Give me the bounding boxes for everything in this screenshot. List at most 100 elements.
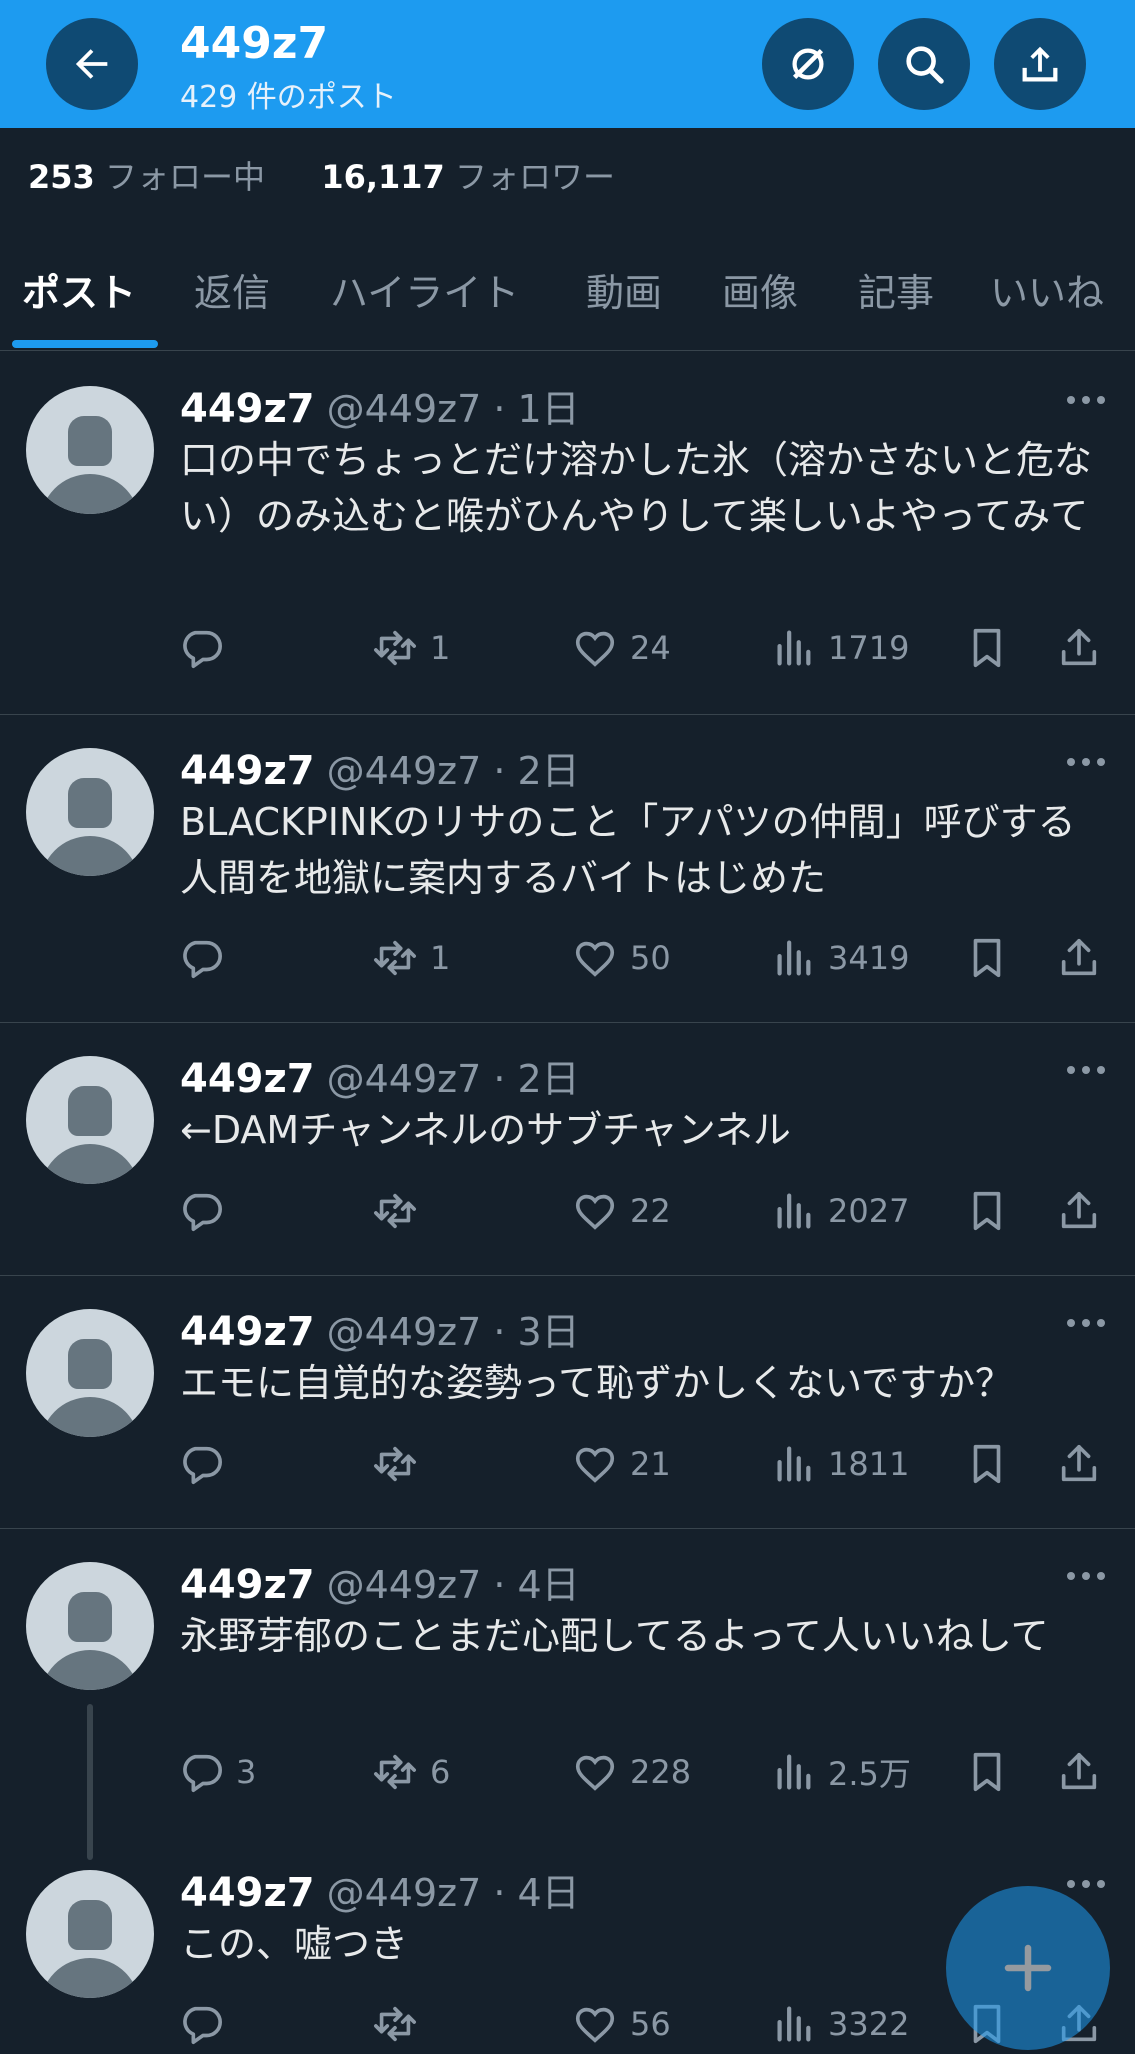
views-button[interactable]: 1811	[770, 1434, 909, 1494]
search-icon	[906, 46, 944, 84]
more-icon[interactable]	[1067, 1066, 1105, 1074]
avatar[interactable]	[26, 748, 154, 876]
views-icon	[777, 630, 811, 666]
post[interactable]: 449z7 @449z7 · 2日 BLACKPINKのリサのこと「アパツの仲間」…	[0, 714, 1135, 1023]
view-count: 1719	[828, 629, 910, 667]
avatar[interactable]	[26, 1562, 154, 1690]
post-handle-time: @449z7 · 2日	[326, 749, 580, 793]
like-button[interactable]: 21	[572, 1434, 671, 1494]
like-button[interactable]: 56	[572, 1994, 671, 2054]
repost-icon	[374, 1193, 416, 1229]
reply-button[interactable]	[178, 1994, 236, 2054]
share-profile-button[interactable]	[994, 18, 1086, 110]
avatar[interactable]	[26, 1309, 154, 1437]
reply-icon	[183, 1446, 222, 1485]
post[interactable]: 449z7 @449z7 · 1日 口の中でちょっとだけ溶かした氷（溶かさないと危…	[0, 352, 1135, 715]
post[interactable]: 449z7 @449z7 · 4日 永野芽郁のことまだ心配してるよって人いいねして…	[0, 1528, 1135, 1836]
view-count: 2027	[828, 1192, 910, 1230]
post-author-name[interactable]: 449z7	[180, 748, 315, 794]
compose-button[interactable]	[946, 1886, 1110, 2050]
repost-icon	[374, 630, 416, 666]
followers-link[interactable]: 16,117 フォロワー	[321, 158, 615, 196]
post-actions: 21 1811	[0, 1434, 1135, 1494]
tab-images[interactable]: 画像	[722, 262, 798, 317]
tab-posts[interactable]: ポスト	[22, 262, 136, 317]
like-button[interactable]: 228	[572, 1742, 691, 1802]
like-count: 24	[630, 629, 671, 667]
share-button[interactable]	[1056, 618, 1114, 678]
tab-highlights[interactable]: ハイライト	[330, 262, 519, 317]
tab-likes[interactable]: いいね	[990, 262, 1104, 317]
more-icon[interactable]	[1067, 1880, 1105, 1888]
repost-icon	[374, 1754, 416, 1790]
like-button[interactable]: 50	[572, 928, 671, 988]
repost-button[interactable]	[372, 1181, 430, 1241]
share-button[interactable]	[1056, 928, 1114, 988]
post-actions: 3 6 228 2.5万	[0, 1742, 1135, 1802]
repost-count: 1	[430, 629, 451, 667]
post-author-name[interactable]: 449z7	[180, 1309, 315, 1355]
post[interactable]: 449z7 @449z7 · 3日 エモに自覚的な姿勢って恥ずかしくないですか？ …	[0, 1275, 1135, 1529]
repost-button[interactable]	[372, 1434, 430, 1494]
post-text: ←DAMチャンネルのサブチャンネル	[180, 1108, 791, 1152]
active-tab-indicator	[12, 340, 158, 348]
avatar[interactable]	[26, 1870, 154, 1998]
like-button[interactable]: 24	[572, 618, 671, 678]
views-button[interactable]: 2027	[770, 1181, 909, 1241]
view-count: 2.5万	[828, 1755, 911, 1793]
views-button[interactable]: 2.5万	[770, 1742, 911, 1802]
reply-icon	[183, 2006, 222, 2045]
reply-button[interactable]	[178, 618, 236, 678]
tab-articles[interactable]: 記事	[858, 262, 934, 317]
repost-button[interactable]: 1	[372, 618, 450, 678]
share-button[interactable]	[1056, 1434, 1114, 1494]
post-author-name[interactable]: 449z7	[180, 1870, 315, 1916]
post-text: 永野芽郁のことまだ心配してるよって人いいねして	[180, 1614, 1049, 1658]
bookmark-button[interactable]	[964, 1742, 1022, 1802]
post-author-name[interactable]: 449z7	[180, 1562, 315, 1608]
repost-button[interactable]: 1	[372, 928, 450, 988]
share-button[interactable]	[1056, 1181, 1114, 1241]
repost-icon	[374, 2006, 416, 2042]
views-button[interactable]: 1719	[770, 618, 909, 678]
more-icon[interactable]	[1067, 396, 1105, 404]
top-app-bar: 449z7 429 件のポスト	[0, 0, 1135, 128]
back-button[interactable]	[46, 18, 138, 110]
post[interactable]: 449z7 @449z7 · 2日 ←DAMチャンネルのサブチャンネル 22 20…	[0, 1022, 1135, 1276]
like-icon	[575, 1194, 615, 1230]
post-handle-time: @449z7 · 1日	[326, 387, 580, 431]
views-button[interactable]: 3419	[770, 928, 909, 988]
bookmark-button[interactable]	[964, 1434, 1022, 1494]
like-button[interactable]: 22	[572, 1181, 671, 1241]
views-button[interactable]: 3322	[770, 1994, 909, 2054]
following-link[interactable]: 253 フォロー中	[28, 158, 265, 196]
share-icon	[1022, 46, 1058, 82]
reply-button[interactable]	[178, 1434, 236, 1494]
repost-button[interactable]	[372, 1994, 430, 2054]
grok-button[interactable]	[762, 18, 854, 110]
share-button[interactable]	[1056, 1742, 1114, 1802]
bookmark-button[interactable]	[964, 618, 1022, 678]
reply-button[interactable]: 3	[178, 1742, 256, 1802]
more-icon[interactable]	[1067, 1572, 1105, 1580]
more-icon[interactable]	[1067, 1319, 1105, 1327]
avatar[interactable]	[26, 1056, 154, 1184]
search-button[interactable]	[878, 18, 970, 110]
bookmark-button[interactable]	[964, 928, 1022, 988]
reply-icon	[183, 1193, 222, 1232]
thread-connector-line	[87, 1704, 93, 1860]
post-author-name[interactable]: 449z7	[180, 1056, 315, 1102]
tab-replies[interactable]: 返信	[194, 262, 270, 317]
post-author-name[interactable]: 449z7	[180, 386, 315, 432]
reply-button[interactable]	[178, 928, 236, 988]
bookmark-button[interactable]	[964, 1181, 1022, 1241]
more-icon[interactable]	[1067, 758, 1105, 766]
repost-button[interactable]: 6	[372, 1742, 450, 1802]
reply-button[interactable]	[178, 1181, 236, 1241]
avatar[interactable]	[26, 386, 154, 514]
post-text: BLACKPINKのリサのこと「アパツの仲間」呼びする人間を地獄に案内するバイト…	[180, 800, 1076, 900]
repost-icon	[374, 1446, 416, 1482]
tab-videos[interactable]: 動画	[586, 262, 662, 317]
repost-icon	[374, 940, 416, 976]
like-icon	[575, 2007, 615, 2043]
